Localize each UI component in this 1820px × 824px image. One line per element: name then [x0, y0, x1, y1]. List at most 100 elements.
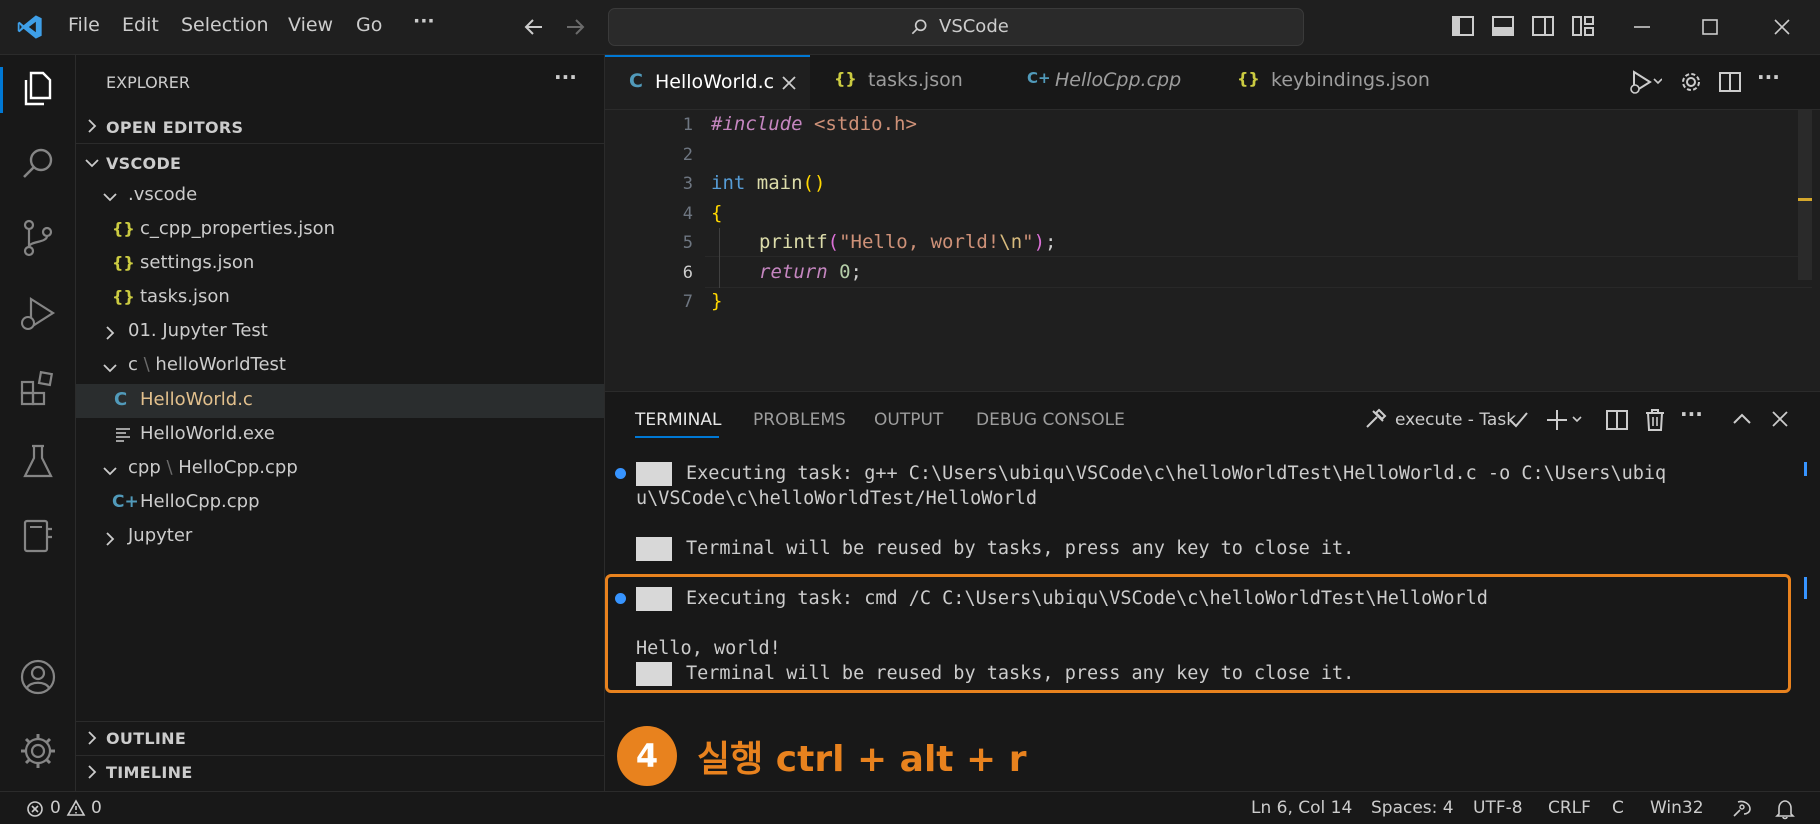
tab-keybindings-json[interactable]: {} keybindings.json	[1225, 55, 1465, 109]
chevron-right-icon[interactable]	[84, 730, 100, 746]
menu-go[interactable]: Go	[356, 14, 382, 36]
file-hello-world-c[interactable]: HelloWorld.c	[140, 389, 253, 410]
gear-icon[interactable]	[1678, 69, 1704, 95]
command-center-search[interactable]: VSCode	[608, 8, 1304, 46]
menu-file[interactable]: File	[68, 14, 100, 36]
run-debug-icon[interactable]	[17, 293, 59, 335]
folder-c-hello-world-test[interactable]: c \ helloWorldTest	[128, 354, 286, 375]
menu-more[interactable]: ···	[413, 10, 435, 32]
chevron-right-icon[interactable]	[102, 531, 118, 547]
terminal-task-name[interactable]: execute - Task	[1395, 410, 1516, 430]
workspace-root[interactable]: VSCODE	[106, 154, 181, 173]
tab-debug-console[interactable]: DEBUG CONSOLE	[976, 410, 1125, 430]
remote-explorer-icon[interactable]	[17, 515, 59, 557]
chevron-down-icon[interactable]	[102, 360, 118, 376]
testing-flask-icon[interactable]	[17, 441, 59, 483]
indent-guide	[719, 228, 720, 288]
tab-hellocpp-cpp[interactable]: C+ HelloCpp.cpp	[1015, 55, 1215, 109]
tab-hello-world-c[interactable]: C HelloWorld.c	[605, 55, 810, 109]
file-c-cpp-properties[interactable]: c_cpp_properties.json	[140, 218, 335, 239]
terminal-line: Terminal will be reused by tasks, press …	[686, 538, 1355, 559]
title-bar: File Edit Selection View Go ··· VSCode	[0, 0, 1820, 55]
close-window-icon[interactable]	[1771, 16, 1793, 38]
folder-jupyter-test[interactable]: 01. Jupyter Test	[128, 320, 268, 341]
command-decoration-icon[interactable]	[615, 468, 626, 479]
minimize-icon[interactable]	[1631, 16, 1653, 38]
chevron-right-icon[interactable]	[84, 764, 100, 780]
feedback-icon[interactable]	[1730, 798, 1754, 820]
vscode-logo-icon	[17, 15, 42, 39]
tab-problems[interactable]: PROBLEMS	[753, 410, 846, 430]
explorer-files-icon[interactable]	[17, 67, 59, 109]
open-editors-section[interactable]: OPEN EDITORS	[106, 118, 243, 137]
cpp-file-icon: C+	[1027, 69, 1051, 87]
file-hellocpp-cpp[interactable]: HelloCpp.cpp	[140, 491, 260, 512]
editor-scrollbar[interactable]	[1798, 110, 1812, 280]
error-count[interactable]: 0	[50, 798, 61, 818]
line-number: 1	[682, 115, 693, 135]
file-hello-world-exe[interactable]: HelloWorld.exe	[140, 423, 275, 444]
toggle-secondary-sidebar-icon[interactable]	[1531, 15, 1555, 37]
json-file-icon: {}	[112, 253, 135, 272]
tab-output[interactable]: OUTPUT	[874, 410, 943, 430]
menu-view[interactable]: View	[288, 14, 333, 36]
outline-section[interactable]: OUTLINE	[106, 729, 186, 748]
line-number: 3	[682, 174, 693, 194]
tab-terminal[interactable]: TERMINAL	[635, 410, 721, 430]
chevron-down-icon[interactable]	[84, 155, 100, 171]
split-editor-icon[interactable]	[1718, 70, 1742, 94]
task-terminal-icon	[636, 462, 672, 486]
platform-config[interactable]: Win32	[1650, 798, 1704, 818]
trash-icon[interactable]	[1643, 407, 1667, 433]
forward-arrow-icon[interactable]	[563, 15, 587, 39]
run-code-icon[interactable]	[1628, 68, 1662, 96]
split-terminal-icon[interactable]	[1605, 408, 1629, 432]
error-icon[interactable]	[26, 800, 44, 818]
tab-tasks-json[interactable]: {} tasks.json	[810, 55, 990, 109]
maximize-icon[interactable]	[1699, 16, 1721, 38]
customize-layout-icon[interactable]	[1571, 15, 1595, 37]
end-of-line[interactable]: CRLF	[1548, 798, 1591, 818]
extensions-icon[interactable]	[17, 367, 59, 409]
activity-bar	[0, 55, 76, 791]
scrollbar-marker	[1798, 198, 1812, 201]
back-arrow-icon[interactable]	[522, 15, 546, 39]
warning-icon[interactable]	[66, 799, 86, 817]
language-mode[interactable]: C	[1612, 798, 1624, 818]
folder-cpp-hellocpp[interactable]: cpp \ HelloCpp.cpp	[128, 457, 298, 478]
chevron-right-icon[interactable]	[84, 118, 100, 134]
active-indicator	[0, 67, 3, 113]
close-panel-icon[interactable]	[1770, 409, 1790, 429]
encoding[interactable]: UTF-8	[1473, 798, 1523, 818]
search-icon	[911, 19, 927, 35]
accounts-icon[interactable]	[17, 656, 59, 698]
timeline-section[interactable]: TIMELINE	[106, 763, 193, 782]
new-terminal-icon[interactable]	[1545, 408, 1587, 432]
explorer-more-actions[interactable]: ···	[554, 65, 577, 89]
chevron-down-icon[interactable]	[102, 189, 118, 205]
indentation[interactable]: Spaces: 4	[1371, 798, 1454, 818]
code-line-1: #include <stdio.h>	[711, 113, 917, 135]
file-tasks-json[interactable]: tasks.json	[140, 286, 230, 307]
maximize-panel-icon[interactable]	[1731, 409, 1753, 429]
folder-vscode[interactable]: .vscode	[128, 184, 197, 205]
menu-selection[interactable]: Selection	[181, 14, 269, 36]
file-settings-json[interactable]: settings.json	[140, 252, 254, 273]
menu-edit[interactable]: Edit	[122, 14, 159, 36]
panel-more-actions[interactable]: ···	[1680, 402, 1703, 426]
code-editor[interactable]: 1 2 3 4 5 6 7 #include <stdio.h> int mai…	[605, 110, 1820, 390]
chevron-right-icon[interactable]	[102, 325, 118, 341]
toggle-panel-icon[interactable]	[1491, 15, 1515, 37]
cursor-position[interactable]: Ln 6, Col 14	[1251, 798, 1352, 818]
close-tab-icon[interactable]	[781, 75, 797, 91]
notifications-bell-icon[interactable]	[1774, 798, 1796, 820]
warning-count[interactable]: 0	[91, 798, 102, 818]
source-control-icon[interactable]	[17, 217, 59, 259]
folder-jupyter[interactable]: Jupyter	[128, 525, 192, 546]
command-center-label: VSCode	[939, 16, 1009, 37]
chevron-down-icon[interactable]	[102, 463, 118, 479]
search-view-icon[interactable]	[17, 143, 59, 185]
settings-gear-icon[interactable]	[17, 730, 59, 772]
editor-more-actions[interactable]: ···	[1757, 65, 1780, 89]
toggle-primary-sidebar-icon[interactable]	[1451, 15, 1475, 37]
